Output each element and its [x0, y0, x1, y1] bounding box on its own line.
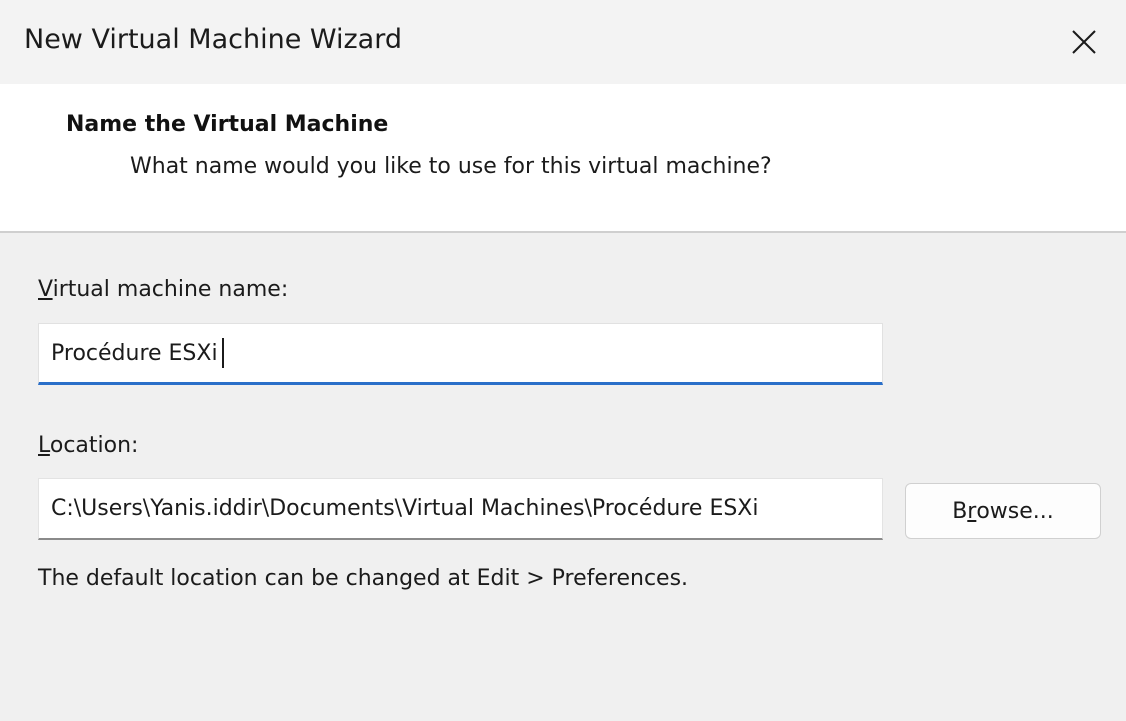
location-input[interactable]: C:\Users\Yanis.iddir\Documents\Virtual M…	[38, 478, 883, 540]
page-subtitle: What name would you like to use for this…	[130, 154, 772, 179]
browse-button[interactable]: Br owse...	[905, 483, 1101, 539]
text-caret	[221, 338, 224, 368]
wizard-content: Virtual machine name: Procédure ESXi Loc…	[0, 233, 1126, 721]
location-value: C:\Users\Yanis.iddir\Documents\Virtual M…	[51, 496, 759, 521]
location-label: Location:	[38, 433, 138, 458]
page-title: Name the Virtual Machine	[66, 112, 389, 137]
vm-name-input[interactable]: Procédure ESXi	[38, 323, 883, 385]
window-title: New Virtual Machine Wizard	[24, 24, 402, 55]
vm-name-label-text: irtual machine name:	[52, 277, 289, 302]
default-location-hint: The default location can be changed at E…	[38, 566, 689, 591]
location-label-accel: L	[38, 433, 50, 458]
vm-name-value: Procédure ESXi	[51, 340, 218, 366]
wizard-header: Name the Virtual Machine What name would…	[0, 84, 1126, 232]
close-icon	[1072, 30, 1096, 54]
close-button[interactable]	[1042, 0, 1126, 84]
title-bar: New Virtual Machine Wizard	[0, 0, 1126, 84]
location-label-text: ocation:	[49, 433, 139, 458]
vm-name-label-accel: V	[38, 277, 53, 302]
browse-label-accel: r	[967, 498, 977, 524]
vm-name-label: Virtual machine name:	[38, 277, 288, 302]
browse-label-post: owse...	[976, 498, 1054, 524]
browse-label-pre: B	[952, 498, 968, 524]
wizard-window: New Virtual Machine Wizard Name the Virt…	[0, 0, 1126, 721]
